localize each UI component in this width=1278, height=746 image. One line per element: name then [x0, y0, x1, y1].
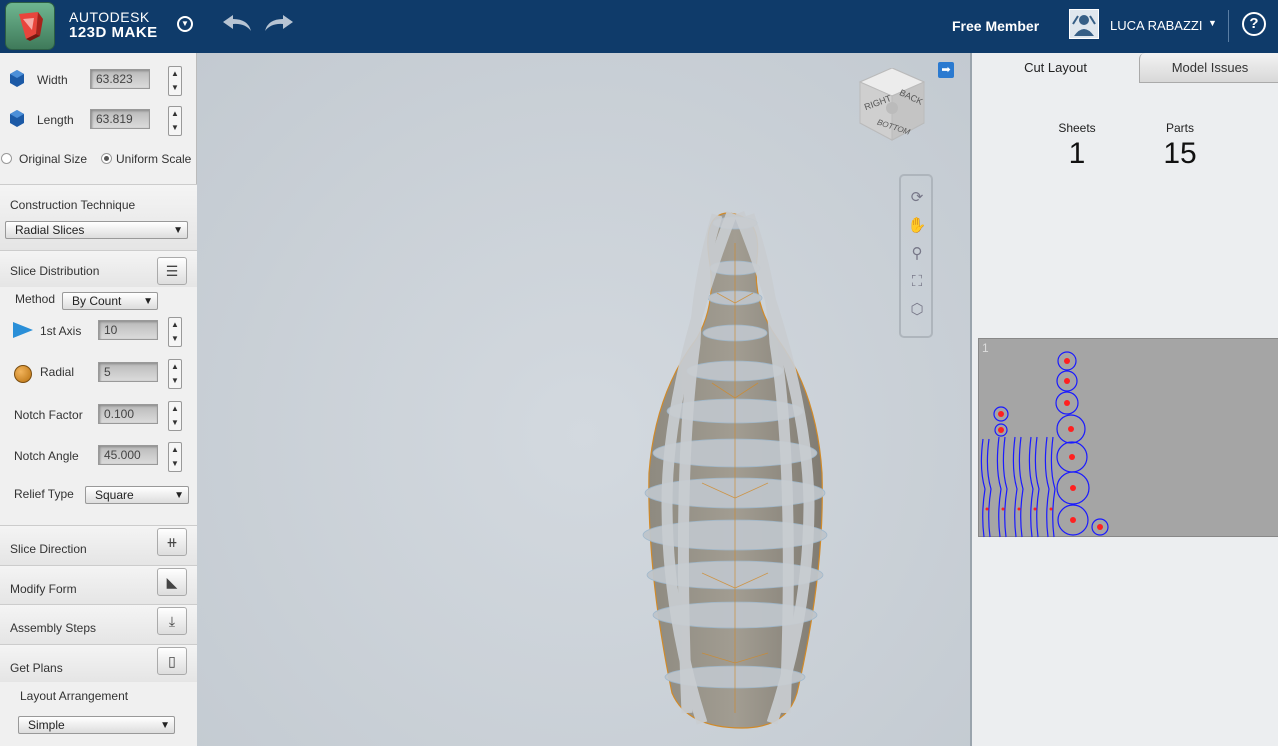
notch-factor-label: Notch Factor [14, 408, 83, 422]
navigation-bar: ⟳ ✋ ⚲ ⛶ ⬡ [899, 174, 933, 338]
notch-angle-field[interactable]: 45.000 [98, 445, 158, 465]
parts-label: Parts [1165, 121, 1194, 135]
user-name[interactable]: LUCA RABAZZI [1110, 18, 1202, 33]
membership-status[interactable]: Free Member [952, 18, 1039, 34]
relief-type-value: Square [95, 488, 134, 502]
layout-arrangement-select[interactable]: Simple ▼ [18, 716, 175, 734]
slice-direction-icon[interactable]: ⧺ [157, 528, 187, 556]
width-icon [10, 70, 24, 88]
get-plans-title: Get Plans [10, 661, 63, 675]
notch-factor-stepper[interactable]: ▲ ▼ [168, 401, 182, 431]
chevron-down-icon: ▼ [173, 225, 183, 236]
layout-arrangement-label: Layout Arrangement [20, 689, 129, 703]
uniform-scale-radio[interactable] [101, 153, 112, 164]
axis1-label: 1st Axis [40, 324, 82, 338]
3d-viewport[interactable] [197, 53, 970, 746]
sheets-count: 1 [1068, 137, 1086, 170]
slice-distribution-button[interactable]: ☰ [157, 257, 187, 285]
chevron-down-icon: ▼ [143, 296, 153, 307]
view-cube-toggle-icon[interactable]: ⬡ [907, 300, 927, 320]
length-stepper[interactable]: ▲ ▼ [168, 106, 182, 136]
right-panel: Cut Layout Model Issues Sheets 1 Parts 1… [970, 53, 1278, 746]
header-divider [1228, 10, 1229, 42]
modify-form-section[interactable]: Modify Form ◣ [0, 565, 197, 604]
app-menu-icon[interactable]: ▼ [177, 16, 193, 32]
assembly-steps-icon[interactable]: ⤓ [157, 607, 187, 635]
tab-cut-layout[interactable]: Cut Layout [972, 53, 1139, 83]
top-bar: AUTODESK 123D MAKE ▼ Free Member LUCA RA… [0, 0, 1278, 53]
width-label: Width [37, 73, 68, 87]
length-field[interactable]: 63.819 [90, 109, 150, 129]
slice-direction-section[interactable]: Slice Direction ⧺ [0, 525, 197, 565]
slice-distribution-section: Slice Distribution ☰ Method By Count ▼ 1s… [0, 250, 197, 544]
original-size-radio[interactable] [1, 153, 12, 164]
bowling-pin-model[interactable] [197, 53, 970, 746]
slice-direction-title: Slice Direction [10, 542, 87, 556]
parts-count: 15 [1163, 137, 1197, 170]
help-icon[interactable]: ? [1242, 12, 1266, 36]
parts-stat: Parts 15 [1150, 121, 1210, 171]
uniform-scale-label: Uniform Scale [116, 152, 192, 166]
expand-panel-icon[interactable]: ➡ [938, 62, 954, 78]
length-label: Length [37, 113, 74, 127]
method-label: Method [15, 292, 56, 306]
pan-hand-icon[interactable]: ✋ [907, 216, 927, 236]
assembly-steps-title: Assembly Steps [10, 621, 97, 635]
get-plans-icon[interactable]: ▯ [157, 647, 187, 675]
sheets-label: Sheets [1058, 121, 1096, 135]
radial-icon [14, 365, 32, 383]
method-value: By Count [72, 294, 122, 308]
radial-stepper[interactable]: ▲ ▼ [168, 359, 182, 389]
brand-line1: AUTODESK [69, 9, 150, 25]
notch-angle-stepper[interactable]: ▲ ▼ [168, 442, 182, 472]
redo-icon[interactable] [263, 12, 295, 37]
notch-angle-label: Notch Angle [14, 449, 79, 463]
assembly-steps-section[interactable]: Assembly Steps ⤓ [0, 604, 197, 644]
view-cube[interactable]: RIGHT BACK BOTTOM [858, 67, 926, 141]
slice-distribution-title: Slice Distribution [10, 264, 100, 278]
width-stepper[interactable]: ▲ ▼ [168, 66, 182, 96]
layout-arrangement-value: Simple [28, 718, 65, 732]
axis-arrow-icon [13, 322, 33, 341]
relief-type-label: Relief Type [14, 487, 74, 501]
sheet-parts-layout [980, 351, 1109, 538]
construction-title: Construction Technique [10, 198, 136, 212]
modify-form-icon[interactable]: ◣ [157, 568, 187, 596]
chevron-down-icon: ▼ [174, 490, 184, 501]
radial-field[interactable]: 5 [98, 362, 158, 382]
brand-name: AUTODESK 123D MAKE [69, 9, 158, 41]
method-select[interactable]: By Count ▼ [62, 292, 158, 310]
axis1-field[interactable]: 10 [98, 320, 158, 340]
cut-sheet-preview[interactable]: 1 [978, 338, 1278, 538]
axis1-stepper[interactable]: ▲ ▼ [168, 317, 182, 347]
tab-model-issues[interactable]: Model Issues [1139, 53, 1278, 83]
construction-select[interactable]: Radial Slices ▼ [5, 221, 188, 239]
relief-type-select[interactable]: Square ▼ [85, 486, 189, 504]
zoom-magnifier-icon[interactable]: ⚲ [907, 244, 927, 264]
construction-section: Construction Technique Radial Slices ▼ [0, 184, 197, 250]
orbit-icon[interactable]: ⟳ [907, 188, 927, 208]
modify-form-title: Modify Form [10, 582, 77, 596]
length-icon [10, 110, 24, 128]
chevron-down-icon: ▼ [160, 720, 170, 731]
radial-label: Radial [40, 365, 75, 379]
notch-factor-field[interactable]: 0.100 [98, 404, 158, 424]
app-logo[interactable] [5, 2, 55, 50]
user-avatar[interactable] [1069, 9, 1099, 39]
undo-icon[interactable] [221, 12, 253, 37]
brand-line2: 123D MAKE [69, 24, 158, 41]
fit-view-icon[interactable]: ⛶ [907, 272, 927, 292]
sheets-stat: Sheets 1 [1047, 121, 1107, 171]
user-menu-caret-icon[interactable]: ▼ [1208, 18, 1217, 28]
left-panel: Width 63.823 ▲ ▼ Length 63.819 ▲ ▼ Origina… [0, 53, 197, 746]
construction-value: Radial Slices [15, 223, 85, 237]
get-plans-section: Get Plans ▯ Layout Arrangement Simple ▼ [0, 644, 197, 746]
width-field[interactable]: 63.823 [90, 69, 150, 89]
original-size-label: Original Size [19, 152, 88, 166]
